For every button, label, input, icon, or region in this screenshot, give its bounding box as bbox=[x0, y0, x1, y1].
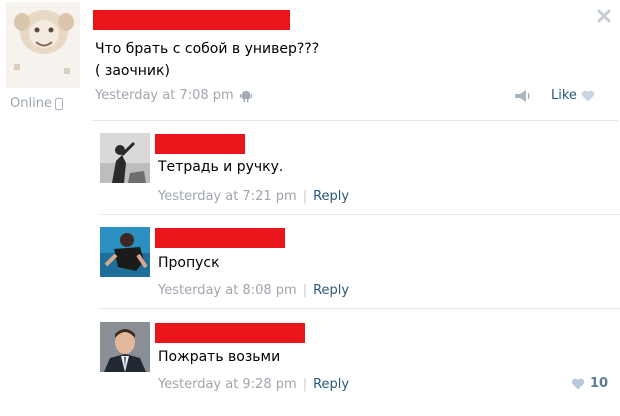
post-meta: Yesterday at 7:08 pm bbox=[95, 88, 252, 103]
meta-separator: | bbox=[302, 377, 308, 392]
reply-link[interactable]: Reply bbox=[313, 283, 349, 298]
comment: Пожрать возьми Yesterday at 9:28 pm | Re… bbox=[92, 316, 620, 406]
comment-meta: Yesterday at 8:08 pm | Reply bbox=[158, 283, 349, 298]
comment-meta: Yesterday at 9:28 pm | Reply bbox=[158, 377, 349, 392]
like-button[interactable]: Like bbox=[551, 88, 595, 103]
divider bbox=[100, 214, 620, 215]
comment-like-button[interactable]: 10 bbox=[571, 376, 608, 391]
like-count: 10 bbox=[590, 376, 609, 391]
comment-author-avatar[interactable] bbox=[100, 322, 150, 372]
heart-icon bbox=[571, 378, 585, 389]
comment-timestamp[interactable]: Yesterday at 9:28 pm bbox=[158, 377, 297, 392]
comment: Пропуск Yesterday at 8:08 pm | Reply bbox=[92, 222, 620, 312]
comment-author-avatar[interactable] bbox=[100, 227, 150, 277]
comment-timestamp[interactable]: Yesterday at 7:21 pm bbox=[158, 189, 297, 204]
mobile-phone-icon bbox=[54, 98, 63, 110]
post-author-avatar[interactable] bbox=[6, 2, 80, 88]
comment-author-name-redacted[interactable] bbox=[155, 228, 285, 248]
comment: Тетрадь и ручку. Yesterday at 7:21 pm | … bbox=[92, 128, 620, 218]
reply-link[interactable]: Reply bbox=[313, 377, 349, 392]
like-label: Like bbox=[551, 88, 577, 103]
online-label: Online bbox=[10, 95, 52, 111]
post-text-line: ( заочник) bbox=[95, 63, 170, 79]
post-timestamp[interactable]: Yesterday at 7:08 pm bbox=[95, 88, 234, 103]
comment-timestamp[interactable]: Yesterday at 8:08 pm bbox=[158, 283, 297, 298]
android-icon bbox=[239, 90, 252, 102]
online-status: Online bbox=[10, 95, 63, 111]
post-text: Что брать с собой в универ??? ( заочник) bbox=[95, 38, 515, 82]
comment-author-name-redacted[interactable] bbox=[155, 323, 305, 343]
share-icon[interactable] bbox=[514, 89, 532, 103]
comment-text: Пожрать возьми bbox=[158, 349, 281, 365]
comment-meta: Yesterday at 7:21 pm | Reply bbox=[158, 189, 349, 204]
comment-author-avatar[interactable] bbox=[100, 133, 150, 183]
meta-separator: | bbox=[302, 189, 308, 204]
divider bbox=[100, 308, 620, 309]
close-icon[interactable] bbox=[596, 8, 612, 24]
heart-icon bbox=[581, 90, 595, 101]
reply-link[interactable]: Reply bbox=[313, 189, 349, 204]
comment-text: Тетрадь и ручку. bbox=[158, 159, 284, 175]
comment-text: Пропуск bbox=[158, 255, 220, 271]
post-author-name-redacted[interactable] bbox=[93, 10, 290, 30]
comment-author-name-redacted[interactable] bbox=[155, 134, 245, 154]
meta-separator: | bbox=[302, 283, 308, 298]
post-text-line: Что брать с собой в универ??? bbox=[95, 41, 320, 57]
divider bbox=[92, 120, 618, 121]
